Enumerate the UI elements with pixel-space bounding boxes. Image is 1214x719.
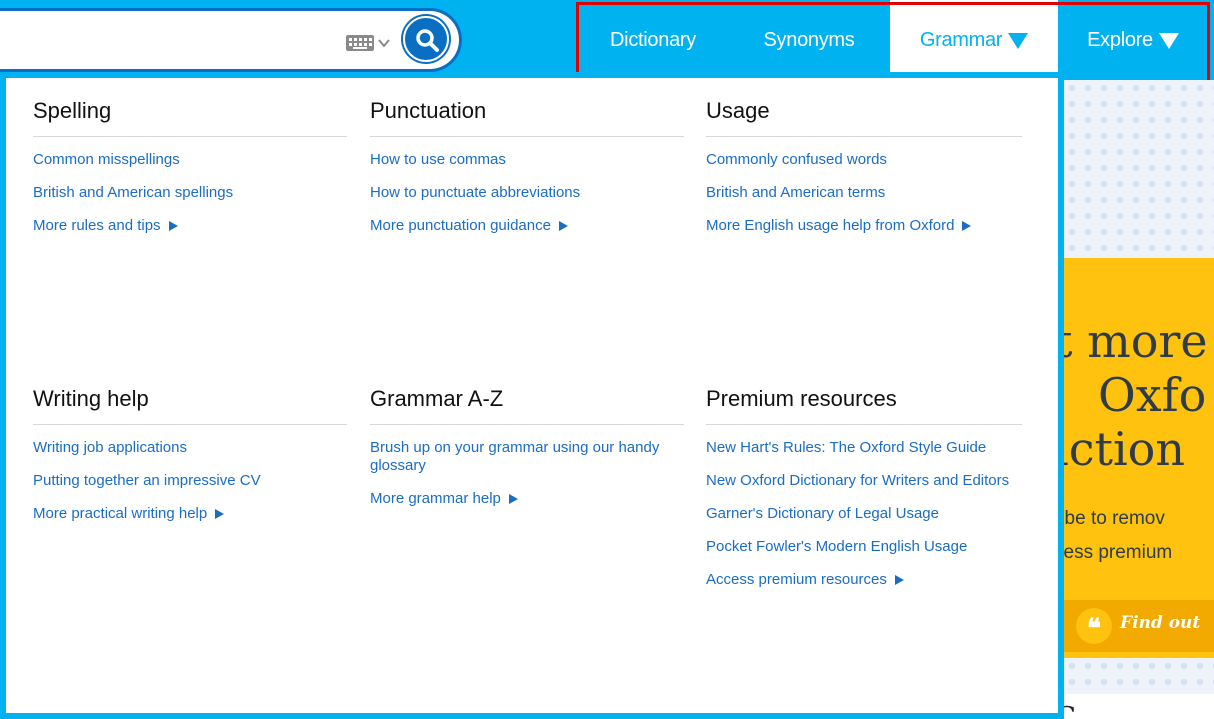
promo-text: t more: [1064, 314, 1208, 368]
menu-link[interactable]: Brush up on your grammar using our handy…: [370, 439, 680, 475]
menu-section-writing-help: Writing help Writing job applications Pu…: [33, 386, 347, 538]
menu-link[interactable]: Putting together an impressive CV: [33, 472, 347, 490]
quote-icon: ❝: [1076, 608, 1112, 644]
promo-banner: t more Oxfo iction ribe to remov cess pr…: [1064, 258, 1214, 658]
menu-link[interactable]: New Oxford Dictionary for Writers and Ed…: [706, 472, 1022, 490]
menu-link[interactable]: How to punctuate abbreviations: [370, 184, 684, 202]
menu-section-usage: Usage Commonly confused words British an…: [706, 98, 1022, 250]
menu-link[interactable]: New Hart's Rules: The Oxford Style Guide: [706, 439, 1006, 457]
partial-heading: C: [1064, 702, 1076, 719]
section-heading: Spelling: [33, 98, 347, 137]
more-link[interactable]: Access premium resources: [706, 571, 1022, 589]
more-link[interactable]: More English usage help from Oxford: [706, 217, 1022, 235]
section-heading: Punctuation: [370, 98, 684, 137]
more-link[interactable]: More grammar help: [370, 490, 684, 508]
menu-section-spelling: Spelling Common misspellings British and…: [33, 98, 347, 250]
find-out-button[interactable]: ❝ Find out: [1064, 600, 1214, 652]
menu-link[interactable]: How to use commas: [370, 151, 684, 169]
section-heading: Usage: [706, 98, 1022, 137]
magnifier-icon: [416, 29, 439, 52]
top-bar: Dictionary Synonyms Grammar Explore: [0, 0, 1214, 85]
section-heading: Grammar A-Z: [370, 386, 684, 425]
menu-link[interactable]: Commonly confused words: [706, 151, 1022, 169]
promo-sidebar: t more Oxfo iction ribe to remov cess pr…: [1064, 80, 1214, 719]
search-button[interactable]: [403, 16, 449, 62]
menu-section-punctuation: Punctuation How to use commas How to pun…: [370, 98, 684, 250]
section-heading: Writing help: [33, 386, 347, 425]
promo-text: Oxfo: [1098, 368, 1207, 422]
keyboard-icon[interactable]: [344, 28, 390, 58]
menu-link[interactable]: Writing job applications: [33, 439, 347, 457]
more-link[interactable]: More rules and tips: [33, 217, 347, 235]
grammar-dropdown-menu: Spelling Common misspellings British and…: [0, 72, 1064, 719]
dot-pattern: [1064, 80, 1214, 258]
more-link[interactable]: More punctuation guidance: [370, 217, 684, 235]
more-link[interactable]: More practical writing help: [33, 505, 347, 523]
menu-link[interactable]: Garner's Dictionary of Legal Usage: [706, 505, 1022, 523]
menu-link[interactable]: British and American terms: [706, 184, 1022, 202]
promo-text: ribe to remov: [1064, 508, 1165, 529]
menu-link[interactable]: Pocket Fowler's Modern English Usage: [706, 538, 986, 556]
menu-section-grammar-az: Grammar A-Z Brush up on your grammar usi…: [370, 386, 684, 523]
find-out-label: Find out: [1120, 613, 1201, 633]
promo-text: cess premium: [1064, 542, 1173, 563]
section-heading: Premium resources: [706, 386, 1022, 425]
promo-text: iction: [1064, 422, 1185, 476]
menu-link[interactable]: Common misspellings: [33, 151, 347, 169]
menu-section-premium-resources: Premium resources New Hart's Rules: The …: [706, 386, 1022, 604]
search-box[interactable]: [0, 8, 462, 72]
menu-link[interactable]: British and American spellings: [33, 184, 347, 202]
dot-pattern: [1064, 658, 1214, 694]
